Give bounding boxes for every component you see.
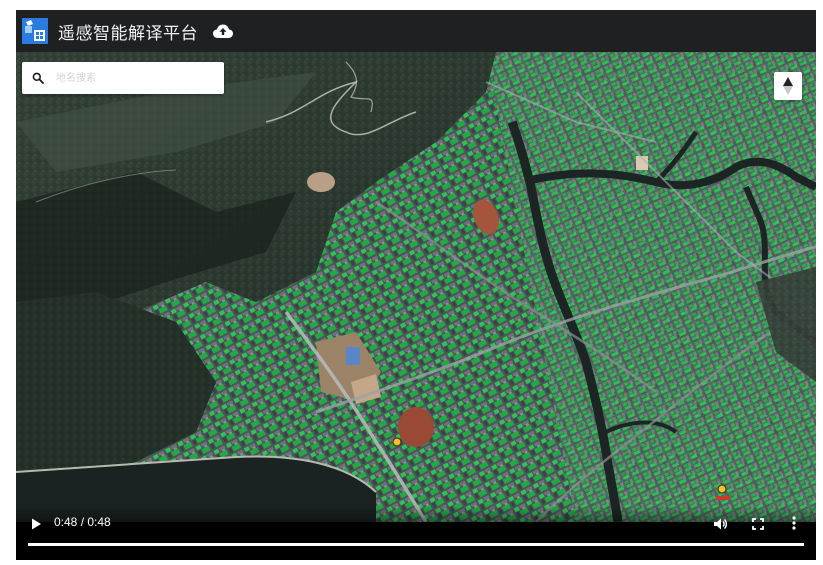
time-display: 0:48 / 0:48 bbox=[54, 515, 111, 529]
search-input[interactable] bbox=[54, 71, 218, 85]
compass-north-icon bbox=[783, 77, 793, 95]
fullscreen-icon[interactable] bbox=[752, 518, 764, 530]
cloud-upload-icon[interactable] bbox=[212, 23, 234, 39]
search-box[interactable] bbox=[22, 62, 224, 94]
app-header: 遥感智能解译平台 bbox=[16, 10, 816, 52]
video-player: 遥感智能解译平台 地名搜索 0:48 / 0:48 bbox=[16, 10, 816, 560]
video-controls: 0:48 / 0:48 bbox=[16, 506, 816, 560]
progress-bar[interactable] bbox=[28, 543, 804, 546]
satellite-map[interactable] bbox=[16, 52, 816, 522]
play-icon[interactable] bbox=[30, 518, 42, 530]
compass-button[interactable] bbox=[774, 72, 802, 100]
search-icon bbox=[32, 72, 44, 84]
volume-icon[interactable] bbox=[713, 517, 727, 531]
app-title: 遥感智能解译平台 bbox=[58, 23, 198, 44]
more-vert-icon[interactable] bbox=[792, 516, 796, 530]
satellite-logo-icon bbox=[22, 18, 48, 44]
progress-fill bbox=[28, 543, 804, 546]
